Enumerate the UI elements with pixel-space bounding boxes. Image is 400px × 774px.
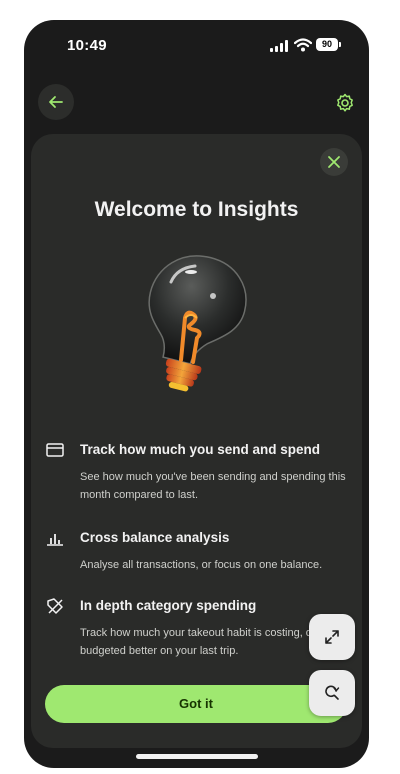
- close-button[interactable]: [320, 148, 348, 176]
- feature-body: See how much you've been sending and spe…: [80, 471, 346, 501]
- status-time: 10:49: [67, 37, 107, 54]
- battery-level: 90: [321, 39, 332, 49]
- expand-button[interactable]: [309, 614, 355, 660]
- phone-screen: 10:49 90 Welcome to Insights Track how m…: [24, 20, 369, 768]
- feature-track: Track how much you send and spend See ho…: [45, 440, 355, 501]
- arrow-left-icon: [49, 96, 63, 108]
- battery-icon: 90: [316, 38, 341, 51]
- back-button[interactable]: [38, 84, 74, 120]
- feature-cross-balance: Cross balance analysis Analyse all trans…: [45, 528, 355, 572]
- signal-icon: [270, 40, 290, 52]
- feature-title: Track how much you send and spend: [80, 442, 321, 457]
- search-refresh-icon: [325, 685, 340, 700]
- tag-icon: [47, 598, 63, 614]
- bar-chart-icon: [47, 534, 63, 546]
- close-icon: [328, 156, 340, 168]
- sheet-title: Welcome to Insights: [94, 198, 299, 221]
- wifi-icon: [294, 38, 312, 52]
- feature-title: Cross balance analysis: [80, 530, 230, 545]
- card-icon: [46, 443, 64, 457]
- settings-button[interactable]: [332, 90, 358, 116]
- home-indicator[interactable]: [136, 754, 258, 759]
- feature-title: In depth category spending: [80, 598, 257, 613]
- expand-icon: [325, 630, 339, 644]
- gear-icon: [337, 93, 353, 112]
- status-bar: 10:49 90: [24, 20, 369, 70]
- got-it-button[interactable]: Got it: [45, 685, 347, 723]
- lightbulb-illustration: [148, 255, 247, 392]
- feature-body: Analyse all transactions, or focus on on…: [80, 559, 323, 571]
- search-refresh-button[interactable]: [309, 670, 355, 716]
